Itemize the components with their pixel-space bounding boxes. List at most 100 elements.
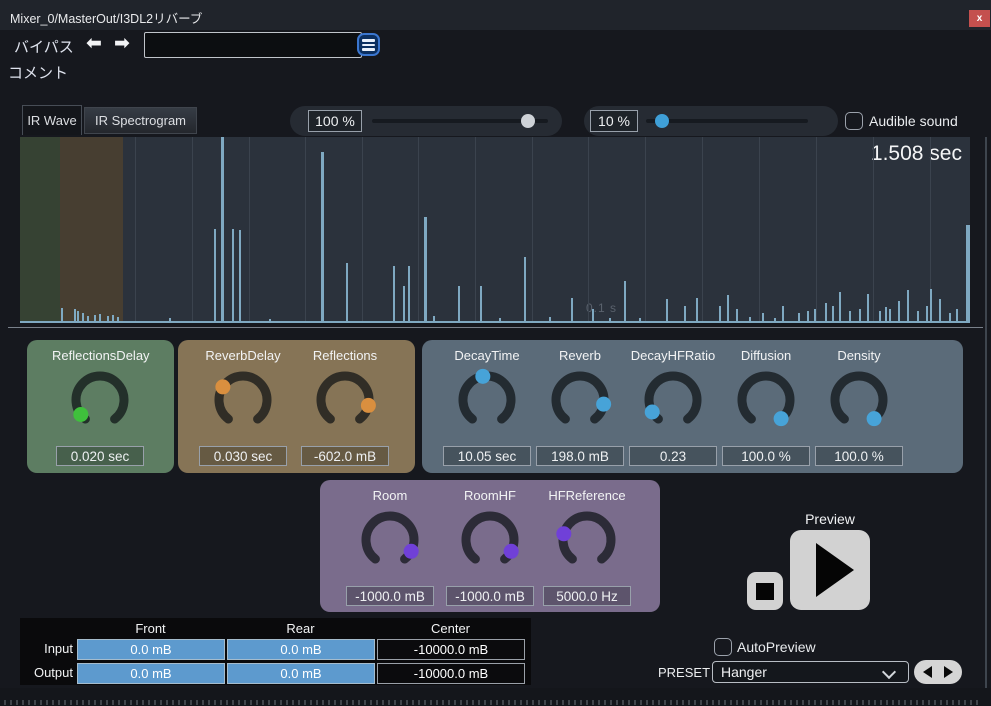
density-knob[interactable]	[825, 366, 893, 434]
volume-slider-track[interactable]	[646, 119, 808, 123]
waveform-gridline	[702, 137, 703, 323]
waveform-region	[60, 137, 123, 323]
preset-stepper	[914, 660, 962, 684]
room-knob[interactable]	[356, 506, 424, 574]
menu-icon[interactable]	[357, 33, 380, 56]
preset-dropdown[interactable]: Hanger	[712, 661, 909, 683]
waveform-spike	[859, 309, 861, 321]
waveform-spike	[966, 225, 970, 321]
room-value[interactable]: -1000.0 mB	[346, 586, 434, 606]
waveform-gridline	[588, 137, 589, 323]
waveform-spike	[61, 308, 63, 321]
waveform-spike	[898, 301, 900, 321]
room-panel: Room -1000.0 mB RoomHF -1000.0 mB HFRefe…	[320, 480, 660, 612]
preview-label: Preview	[790, 511, 870, 527]
density-value[interactable]: 100.0 %	[815, 446, 903, 466]
forward-arrow-icon[interactable]: ➡	[114, 34, 130, 54]
address-input[interactable]	[144, 32, 362, 58]
waveform-spike	[214, 229, 216, 321]
waveform-spike	[814, 309, 816, 321]
column-header: Rear	[227, 621, 374, 636]
row-label: Input	[20, 641, 73, 656]
diffusion-value[interactable]: 100.0 %	[722, 446, 810, 466]
knob-label: Density	[811, 348, 907, 363]
close-button[interactable]: x	[969, 10, 990, 27]
waveform-spike	[666, 299, 668, 321]
waveform-spike	[926, 306, 928, 321]
roomhf-value[interactable]: -1000.0 mB	[446, 586, 534, 606]
autopreview-checkbox[interactable]	[714, 638, 732, 656]
waveform-spike	[930, 289, 932, 321]
waveform-gridline	[816, 137, 817, 323]
time-tick-label: 0.1 s	[586, 301, 617, 315]
waveform-spike	[393, 266, 395, 321]
waveform-spike	[807, 311, 809, 321]
roomhf-knob[interactable]	[456, 506, 524, 574]
waveform-gridline	[305, 137, 306, 323]
bypass-button[interactable]: バイパス	[14, 36, 74, 57]
reflectionsdelay-value[interactable]: 0.020 sec	[56, 446, 144, 466]
waveform-spike	[239, 230, 241, 321]
autopreview-label: AutoPreview	[737, 639, 816, 655]
volume-slider-thumb[interactable]	[655, 114, 669, 128]
preset-label: PRESET	[658, 665, 710, 680]
waveform-spike	[480, 286, 482, 321]
decayhfratio-value[interactable]: 0.23	[629, 446, 717, 466]
output-center-cell[interactable]: -10000.0 mB	[377, 663, 525, 684]
knob-label: ReflectionsDelay	[52, 348, 148, 363]
diffusion-knob[interactable]	[732, 366, 800, 434]
waveform-spike	[77, 311, 79, 321]
input-center-cell[interactable]: -10000.0 mB	[377, 639, 525, 660]
clipped-text	[4, 700, 982, 705]
waveform-spike	[885, 307, 887, 321]
reverb-knob[interactable]	[546, 366, 614, 434]
column-header: Center	[377, 621, 524, 636]
input-rear-cell[interactable]: 0.0 mB	[227, 639, 375, 660]
reverbdelay-knob[interactable]	[209, 366, 277, 434]
waveform-spike	[832, 306, 834, 321]
decayhfratio-knob[interactable]	[639, 366, 707, 434]
waveform-spike	[571, 298, 573, 321]
reflections-knob[interactable]	[311, 366, 379, 434]
comment-label: コメント	[8, 62, 68, 83]
hfreference-knob[interactable]	[553, 506, 621, 574]
previous-preset-button[interactable]	[923, 666, 932, 678]
waveform-gridline	[532, 137, 533, 323]
knob-label: RoomHF	[442, 488, 538, 503]
input-front-cell[interactable]: 0.0 mB	[77, 639, 225, 660]
ir-waveform-display[interactable]: 1.508 sec 0.1 s	[20, 137, 970, 323]
play-button[interactable]	[790, 530, 870, 610]
waveform-spike	[74, 309, 76, 321]
waveform-spike	[82, 313, 84, 321]
knob-label: Reverb	[532, 348, 628, 363]
zoom-value-field[interactable]: 100 %	[308, 110, 362, 132]
waveform-spike	[696, 298, 698, 321]
zoom-slider-thumb[interactable]	[521, 114, 535, 128]
reverb-value[interactable]: 198.0 mB	[536, 446, 624, 466]
waveform-spike	[232, 229, 234, 321]
waveform-gridline	[192, 137, 193, 323]
waveform-gridline	[135, 137, 136, 323]
hfreference-value[interactable]: 5000.0 Hz	[543, 586, 631, 606]
waveform-gridline	[418, 137, 419, 323]
waveform-bottom-separator	[8, 327, 983, 328]
waveform-spike	[798, 313, 800, 321]
tab-ir-wave[interactable]: IR Wave	[22, 105, 82, 135]
decaytime-knob[interactable]	[453, 366, 521, 434]
reverbdelay-value[interactable]: 0.030 sec	[199, 446, 287, 466]
decay-panel: DecayTime 10.05 sec Reverb 198.0 mB Deca…	[422, 340, 963, 473]
waveform-spike	[524, 257, 526, 321]
stop-button[interactable]	[747, 572, 783, 610]
output-front-cell[interactable]: 0.0 mB	[77, 663, 225, 684]
reflections-value[interactable]: -602.0 mB	[301, 446, 389, 466]
back-arrow-icon[interactable]: ⬅	[86, 34, 102, 54]
output-rear-cell[interactable]: 0.0 mB	[227, 663, 375, 684]
audible-sound-checkbox[interactable]	[845, 112, 863, 130]
decaytime-value[interactable]: 10.05 sec	[443, 446, 531, 466]
tab-ir-spectrogram[interactable]: IR Spectrogram	[84, 107, 197, 134]
reflectionsdelay-knob[interactable]	[66, 366, 134, 434]
reverb-delay-panel: ReverbDelay 0.030 sec Reflections -602.0…	[178, 340, 415, 473]
volume-value-field[interactable]: 10 %	[590, 110, 638, 132]
waveform-spike	[782, 306, 784, 321]
next-preset-button[interactable]	[944, 666, 953, 678]
